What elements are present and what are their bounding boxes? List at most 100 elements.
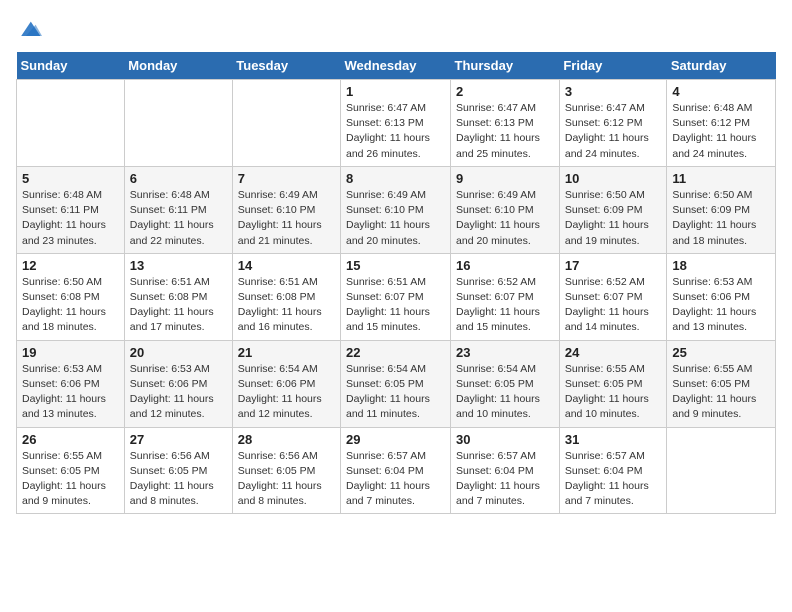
calendar-week-row: 12 Sunrise: 6:50 AM Sunset: 6:08 PM Dayli… [17,253,776,340]
day-number: 8 [346,171,445,186]
day-number: 14 [238,258,335,273]
day-number: 10 [565,171,662,186]
day-info-text: Sunrise: 6:50 AM Sunset: 6:09 PM Dayligh… [672,188,770,249]
day-number: 9 [456,171,554,186]
calendar-cell: 23Sunrise: 6:54 AM Sunset: 6:05 PM Dayli… [451,340,560,427]
calendar-cell: 19 Sunrise: 6:53 AM Sunset: 6:06 PM Dayli… [17,340,125,427]
calendar-cell: 14 Sunrise: 6:51 AM Sunset: 6:08 PM Dayli… [232,253,340,340]
day-number: 24 [565,345,662,360]
day-number: 11 [672,171,770,186]
calendar-cell: 3 Sunrise: 6:47 AM Sunset: 6:12 PM Daylig… [559,80,667,167]
day-info-text: Sunrise: 6:50 AM Sunset: 6:08 PM Dayligh… [22,275,119,336]
day-number: 12 [22,258,119,273]
day-info-text: Sunrise: 6:48 AM Sunset: 6:11 PM Dayligh… [130,188,227,249]
logo-icon [18,16,42,40]
day-info-text: Sunrise: 6:57 AM Sunset: 6:04 PM Dayligh… [346,449,445,510]
day-info-text: Sunrise: 6:47 AM Sunset: 6:12 PM Dayligh… [565,101,662,162]
day-info-text: Sunrise: 6:55 AM Sunset: 6:05 PM Dayligh… [565,362,662,423]
page-header [16,16,776,40]
day-info-text: Sunrise: 6:52 AM Sunset: 6:07 PM Dayligh… [565,275,662,336]
day-info-text: Sunrise: 6:54 AM Sunset: 6:06 PM Dayligh… [238,362,335,423]
day-of-week-header: Monday [124,52,232,80]
day-number: 29 [346,432,445,447]
calendar-cell: 29 Sunrise: 6:57 AM Sunset: 6:04 PM Dayli… [341,427,451,514]
day-of-week-header: Wednesday [341,52,451,80]
calendar-cell: 28 Sunrise: 6:56 AM Sunset: 6:05 PM Dayli… [232,427,340,514]
calendar-cell: 21 Sunrise: 6:54 AM Sunset: 6:06 PM Dayli… [232,340,340,427]
calendar-cell [17,80,125,167]
day-number: 20 [130,345,227,360]
day-info-text: Sunrise: 6:54 AM Sunset: 6:05 PM Dayligh… [456,362,554,423]
calendar-cell: 1Sunrise: 6:47 AM Sunset: 6:13 PM Daylig… [341,80,451,167]
calendar-cell [124,80,232,167]
calendar-cell: 6 Sunrise: 6:48 AM Sunset: 6:11 PM Daylig… [124,166,232,253]
calendar-cell: 25Sunrise: 6:55 AM Sunset: 6:05 PM Dayli… [667,340,776,427]
calendar-cell: 11 Sunrise: 6:50 AM Sunset: 6:09 PM Dayli… [667,166,776,253]
calendar-cell: 31 Sunrise: 6:57 AM Sunset: 6:04 PM Dayli… [559,427,667,514]
day-info-text: Sunrise: 6:51 AM Sunset: 6:07 PM Dayligh… [346,275,445,336]
day-of-week-header: Tuesday [232,52,340,80]
calendar-cell: 10 Sunrise: 6:50 AM Sunset: 6:09 PM Dayli… [559,166,667,253]
calendar-cell: 7 Sunrise: 6:49 AM Sunset: 6:10 PM Daylig… [232,166,340,253]
calendar-cell: 9Sunrise: 6:49 AM Sunset: 6:10 PM Daylig… [451,166,560,253]
day-info-text: Sunrise: 6:52 AM Sunset: 6:07 PM Dayligh… [456,275,554,336]
calendar-cell: 20 Sunrise: 6:53 AM Sunset: 6:06 PM Dayli… [124,340,232,427]
day-info-text: Sunrise: 6:56 AM Sunset: 6:05 PM Dayligh… [130,449,227,510]
calendar-cell: 2Sunrise: 6:47 AM Sunset: 6:13 PM Daylig… [451,80,560,167]
calendar-cell: 12 Sunrise: 6:50 AM Sunset: 6:08 PM Dayli… [17,253,125,340]
day-info-text: Sunrise: 6:49 AM Sunset: 6:10 PM Dayligh… [238,188,335,249]
calendar-cell: 8 Sunrise: 6:49 AM Sunset: 6:10 PM Daylig… [341,166,451,253]
day-number: 19 [22,345,119,360]
calendar-week-row: 26 Sunrise: 6:55 AM Sunset: 6:05 PM Dayli… [17,427,776,514]
day-number: 28 [238,432,335,447]
day-number: 21 [238,345,335,360]
day-number: 4 [672,84,770,99]
calendar-cell: 4 Sunrise: 6:48 AM Sunset: 6:12 PM Daylig… [667,80,776,167]
day-info-text: Sunrise: 6:55 AM Sunset: 6:05 PM Dayligh… [22,449,119,510]
day-number: 3 [565,84,662,99]
calendar-cell [667,427,776,514]
day-info-text: Sunrise: 6:53 AM Sunset: 6:06 PM Dayligh… [22,362,119,423]
day-info-text: Sunrise: 6:51 AM Sunset: 6:08 PM Dayligh… [130,275,227,336]
day-number: 15 [346,258,445,273]
calendar-week-row: 19 Sunrise: 6:53 AM Sunset: 6:06 PM Dayli… [17,340,776,427]
calendar-week-row: 1Sunrise: 6:47 AM Sunset: 6:13 PM Daylig… [17,80,776,167]
calendar-cell: 30 Sunrise: 6:57 AM Sunset: 6:04 PM Dayli… [451,427,560,514]
calendar-header-row: SundayMondayTuesdayWednesdayThursdayFrid… [17,52,776,80]
calendar-cell [232,80,340,167]
day-info-text: Sunrise: 6:57 AM Sunset: 6:04 PM Dayligh… [456,449,554,510]
day-of-week-header: Friday [559,52,667,80]
calendar-cell: 18Sunrise: 6:53 AM Sunset: 6:06 PM Dayli… [667,253,776,340]
day-info-text: Sunrise: 6:54 AM Sunset: 6:05 PM Dayligh… [346,362,445,423]
day-info-text: Sunrise: 6:57 AM Sunset: 6:04 PM Dayligh… [565,449,662,510]
day-info-text: Sunrise: 6:51 AM Sunset: 6:08 PM Dayligh… [238,275,335,336]
day-info-text: Sunrise: 6:56 AM Sunset: 6:05 PM Dayligh… [238,449,335,510]
day-number: 26 [22,432,119,447]
day-number: 27 [130,432,227,447]
day-number: 7 [238,171,335,186]
day-number: 5 [22,171,119,186]
day-info-text: Sunrise: 6:50 AM Sunset: 6:09 PM Dayligh… [565,188,662,249]
day-number: 16 [456,258,554,273]
calendar-week-row: 5 Sunrise: 6:48 AM Sunset: 6:11 PM Daylig… [17,166,776,253]
calendar-cell: 17Sunrise: 6:52 AM Sunset: 6:07 PM Dayli… [559,253,667,340]
day-info-text: Sunrise: 6:48 AM Sunset: 6:12 PM Dayligh… [672,101,770,162]
day-info-text: Sunrise: 6:53 AM Sunset: 6:06 PM Dayligh… [130,362,227,423]
day-number: 6 [130,171,227,186]
day-number: 18 [672,258,770,273]
calendar-cell: 16 Sunrise: 6:52 AM Sunset: 6:07 PM Dayli… [451,253,560,340]
calendar-body: 1Sunrise: 6:47 AM Sunset: 6:13 PM Daylig… [17,80,776,514]
day-number: 30 [456,432,554,447]
day-info-text: Sunrise: 6:47 AM Sunset: 6:13 PM Dayligh… [346,101,445,162]
calendar-cell: 5 Sunrise: 6:48 AM Sunset: 6:11 PM Daylig… [17,166,125,253]
calendar-cell: 22 Sunrise: 6:54 AM Sunset: 6:05 PM Dayli… [341,340,451,427]
calendar-table: SundayMondayTuesdayWednesdayThursdayFrid… [16,52,776,514]
calendar-cell: 15 Sunrise: 6:51 AM Sunset: 6:07 PM Dayli… [341,253,451,340]
day-info-text: Sunrise: 6:49 AM Sunset: 6:10 PM Dayligh… [346,188,445,249]
day-number: 13 [130,258,227,273]
day-info-text: Sunrise: 6:55 AM Sunset: 6:05 PM Dayligh… [672,362,770,423]
day-info-text: Sunrise: 6:48 AM Sunset: 6:11 PM Dayligh… [22,188,119,249]
day-number: 31 [565,432,662,447]
day-number: 22 [346,345,445,360]
day-of-week-header: Thursday [451,52,560,80]
